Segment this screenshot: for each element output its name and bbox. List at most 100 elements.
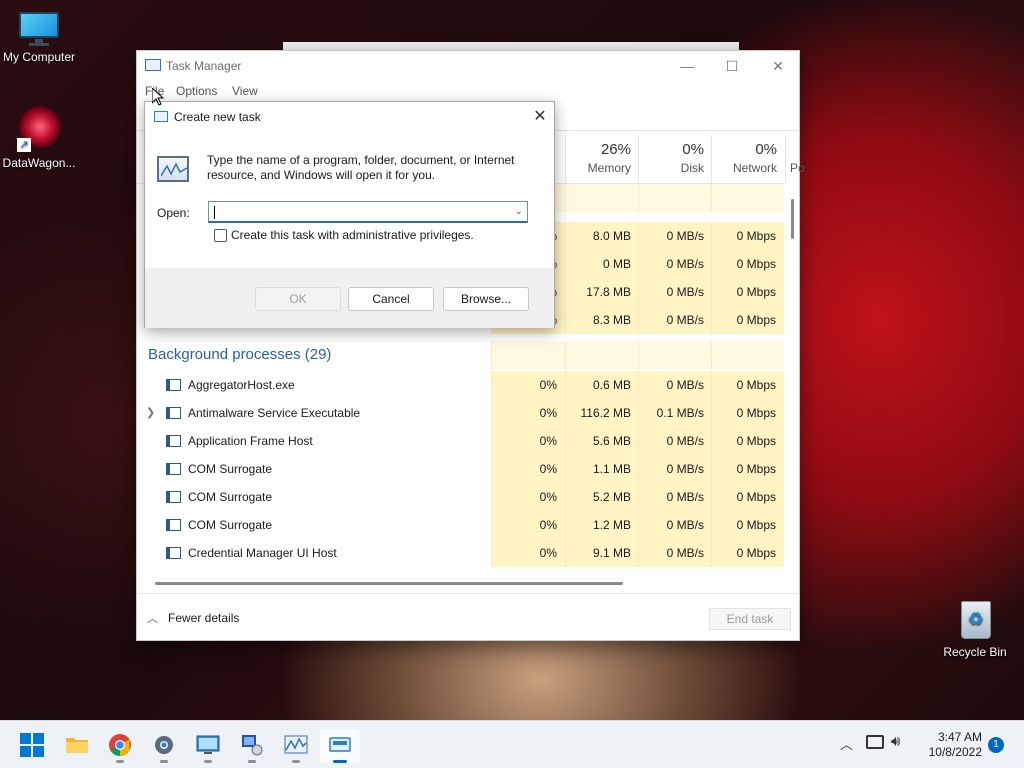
network-computer-icon bbox=[242, 735, 263, 756]
column-header-memory[interactable]: 26% Memory bbox=[565, 135, 639, 183]
column-header-disk[interactable]: 0% Disk bbox=[638, 135, 712, 183]
process-icon bbox=[166, 547, 181, 559]
dialog-title: Create new task bbox=[174, 110, 261, 124]
column-header-network[interactable]: 0% Network bbox=[711, 135, 785, 183]
table-row[interactable]: COM Surrogate 0% 1.1 MB 0 MB/s 0 Mbps bbox=[137, 455, 784, 483]
process-icon bbox=[166, 407, 181, 419]
chrome-icon bbox=[109, 734, 131, 756]
menu-options[interactable]: Options bbox=[176, 84, 217, 98]
section-header-row[interactable]: Background processes (29) bbox=[137, 341, 784, 369]
datawagon-logo-icon: ↗ bbox=[17, 106, 61, 152]
footer-bar: ︿ Fewer details End task bbox=[137, 593, 799, 641]
desktop-icon-label: My Computer bbox=[2, 50, 76, 64]
run-icon bbox=[154, 111, 168, 122]
process-name: COM Surrogate bbox=[188, 462, 273, 476]
windows-logo-icon bbox=[20, 733, 44, 757]
folder-icon bbox=[66, 738, 88, 753]
process-icon bbox=[166, 379, 181, 391]
taskbar-chrome[interactable] bbox=[100, 729, 140, 763]
notification-badge[interactable]: 1 bbox=[988, 737, 1004, 753]
table-row[interactable]: Credential Manager UI Host 0% 9.1 MB 0 M… bbox=[137, 539, 784, 567]
process-name: COM Surrogate bbox=[188, 490, 273, 504]
process-icon bbox=[166, 435, 181, 447]
column-header-power[interactable]: Po bbox=[785, 135, 805, 183]
taskbar: ︿ 🔊︎ 3:47 AM 10/8/2022 1 bbox=[0, 720, 1024, 768]
table-row[interactable]: COM Surrogate 0% 1.2 MB 0 MB/s 0 Mbps bbox=[137, 511, 784, 539]
chevron-right-icon[interactable]: ❯ bbox=[146, 399, 155, 427]
menu-bar: File Options View bbox=[137, 81, 799, 101]
open-combobox[interactable]: ⌄ bbox=[208, 201, 528, 223]
clock-time: 3:47 AM bbox=[937, 730, 982, 744]
table-row[interactable]: AggregatorHost.exe 0% 0.6 MB 0 MB/s 0 Mb… bbox=[137, 371, 784, 399]
taskbar-network-manager[interactable] bbox=[232, 729, 272, 763]
chevron-down-icon[interactable]: ⌄ bbox=[515, 202, 523, 222]
maximize-button[interactable]: ☐ bbox=[709, 51, 755, 81]
table-row[interactable]: ❯ Antimalware Service Executable 0% 116.… bbox=[137, 399, 784, 427]
monitor-icon bbox=[17, 10, 61, 46]
task-manager-app-icon bbox=[145, 59, 161, 71]
recycle-bin-icon: ♻ bbox=[955, 597, 995, 641]
create-new-task-dialog: Create new task ✕ Type the name of a pro… bbox=[144, 101, 555, 328]
browse-button[interactable]: Browse... bbox=[443, 287, 529, 311]
process-name: Application Frame Host bbox=[188, 434, 313, 448]
desktop-icon-label: Recycle Bin bbox=[943, 645, 1007, 659]
run-icon bbox=[329, 737, 351, 752]
start-button[interactable] bbox=[12, 729, 52, 763]
open-label: Open: bbox=[157, 206, 190, 220]
disk-label: Disk bbox=[680, 161, 704, 175]
dialog-button-bar: OK Cancel Browse... bbox=[145, 268, 554, 328]
mouse-cursor-icon bbox=[152, 88, 164, 106]
title-bar[interactable]: Task Manager — ☐ ✕ bbox=[137, 51, 799, 81]
vertical-scrollbar[interactable] bbox=[791, 199, 794, 239]
close-button[interactable]: ✕ bbox=[755, 51, 801, 81]
dialog-title-bar[interactable]: Create new task ✕ bbox=[145, 102, 554, 132]
remote-desktop-icon bbox=[196, 735, 220, 754]
process-icon bbox=[166, 491, 181, 503]
taskbar-settings[interactable] bbox=[144, 729, 184, 763]
table-row[interactable]: COM Surrogate 0% 5.2 MB 0 MB/s 0 Mbps bbox=[137, 483, 784, 511]
network-icon[interactable] bbox=[866, 735, 884, 749]
section-title: Background processes (29) bbox=[148, 346, 332, 363]
minimize-button[interactable]: — bbox=[664, 51, 710, 81]
ok-button[interactable]: OK bbox=[255, 287, 341, 311]
cancel-button[interactable]: Cancel bbox=[348, 287, 434, 311]
chevron-up-icon: ︿ bbox=[147, 613, 158, 625]
task-manager-icon bbox=[284, 735, 308, 754]
process-name: AggregatorHost.exe bbox=[188, 378, 295, 392]
process-name: Antimalware Service Executable bbox=[188, 406, 361, 420]
taskbar-file-explorer[interactable] bbox=[57, 729, 97, 763]
table-row[interactable]: Application Frame Host 0% 5.6 MB 0 MB/s … bbox=[137, 427, 784, 455]
taskbar-task-manager[interactable] bbox=[276, 729, 316, 763]
process-name: Credential Manager UI Host bbox=[188, 546, 337, 560]
clock-date: 10/8/2022 bbox=[928, 745, 982, 759]
process-icon bbox=[166, 463, 181, 475]
desktop-icon-label: DataWagon... bbox=[2, 156, 76, 170]
end-task-button[interactable]: End task bbox=[709, 608, 791, 630]
gear-icon bbox=[155, 736, 173, 754]
power-label: Po bbox=[790, 161, 805, 175]
memory-label: Memory bbox=[587, 161, 631, 175]
close-icon[interactable]: ✕ bbox=[526, 104, 554, 130]
taskbar-run-dialog[interactable] bbox=[320, 729, 360, 763]
menu-view[interactable]: View bbox=[232, 84, 258, 98]
text-caret bbox=[214, 206, 215, 219]
window-title: Task Manager bbox=[166, 59, 242, 73]
admin-privileges-label[interactable]: Create this task with administrative pri… bbox=[231, 228, 474, 242]
memory-percent: 26% bbox=[600, 141, 631, 158]
admin-privileges-checkbox[interactable] bbox=[214, 229, 227, 242]
show-hidden-icons-chevron-icon[interactable]: ︿ bbox=[840, 734, 853, 768]
desktop-icon-my-computer[interactable]: My Computer bbox=[0, 10, 81, 64]
desktop-icon-recycle-bin[interactable]: ♻ Recycle Bin bbox=[933, 597, 1017, 659]
background-window-edge bbox=[283, 42, 739, 50]
process-name: COM Surrogate bbox=[188, 518, 273, 532]
horizontal-scrollbar[interactable] bbox=[155, 582, 623, 585]
fewer-details-label: Fewer details bbox=[168, 611, 240, 625]
network-percent: 0% bbox=[755, 141, 777, 158]
task-manager-graph-icon bbox=[157, 156, 189, 182]
system-clock[interactable]: 3:47 AM 10/8/2022 bbox=[916, 730, 982, 760]
desktop-icon-datawagon[interactable]: ↗ DataWagon... bbox=[0, 106, 81, 170]
volume-icon[interactable]: 🔊︎ bbox=[891, 733, 900, 768]
network-label: Network bbox=[732, 161, 777, 175]
taskbar-remote-desktop[interactable] bbox=[188, 729, 228, 763]
fewer-details-button[interactable]: ︿ Fewer details bbox=[147, 610, 239, 626]
